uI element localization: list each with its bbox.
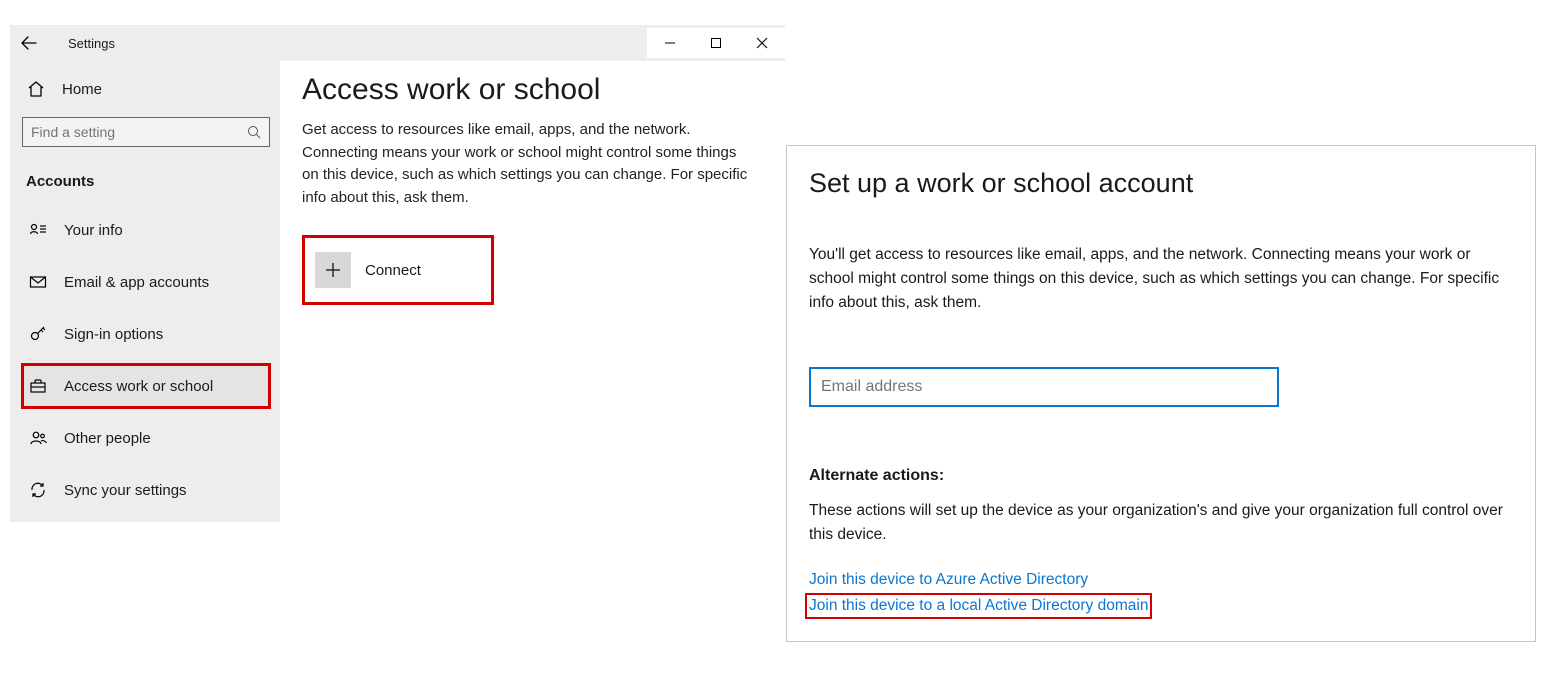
sidebar-item-sync-settings[interactable]: Sync your settings xyxy=(22,468,270,512)
link-join-azure-ad[interactable]: Join this device to Azure Active Directo… xyxy=(809,571,1088,589)
content-pane: Access work or school Get access to reso… xyxy=(280,61,785,522)
setup-dialog: Set up a work or school account You'll g… xyxy=(786,145,1536,642)
connect-label: Connect xyxy=(365,262,421,279)
settings-window: Settings Home Accoun xyxy=(10,25,785,522)
page-title: Access work or school xyxy=(302,73,757,107)
plus-icon xyxy=(315,252,351,288)
close-icon xyxy=(756,37,768,49)
window-title: Settings xyxy=(68,36,115,51)
minimize-button[interactable] xyxy=(647,28,693,58)
category-heading: Accounts xyxy=(22,169,270,200)
minimize-icon xyxy=(664,37,676,49)
dialog-description: You'll get access to resources like emai… xyxy=(809,243,1513,315)
mail-icon xyxy=(28,272,48,292)
briefcase-icon xyxy=(28,376,48,396)
page-description: Get access to resources like email, apps… xyxy=(302,119,757,209)
sidebar-item-other-people[interactable]: Other people xyxy=(22,416,270,460)
search-icon xyxy=(247,125,261,139)
sidebar-item-label: Access work or school xyxy=(64,378,213,395)
sidebar-item-label: Other people xyxy=(64,430,151,447)
dialog-title: Set up a work or school account xyxy=(809,168,1513,199)
alternate-actions-description: These actions will set up the device as … xyxy=(809,499,1513,547)
maximize-button[interactable] xyxy=(693,28,739,58)
email-field[interactable] xyxy=(809,367,1279,407)
alternate-actions-heading: Alternate actions: xyxy=(809,467,1513,485)
connect-button[interactable]: Connect xyxy=(302,235,494,305)
sidebar-item-email-accounts[interactable]: Email & app accounts xyxy=(22,260,270,304)
home-icon xyxy=(26,79,46,99)
sidebar-item-label: Sign-in options xyxy=(64,326,163,343)
home-nav[interactable]: Home xyxy=(22,73,270,109)
close-button[interactable] xyxy=(739,28,785,58)
maximize-icon xyxy=(710,37,722,49)
arrow-left-icon xyxy=(21,35,37,51)
sidebar-item-label: Email & app accounts xyxy=(64,274,209,291)
sidebar: Home Accounts Your info Email & app acco… xyxy=(10,61,280,522)
sidebar-item-label: Your info xyxy=(64,222,123,239)
titlebar: Settings xyxy=(10,25,785,61)
sidebar-item-access-work-school[interactable]: Access work or school xyxy=(22,364,270,408)
home-label: Home xyxy=(62,81,102,98)
sidebar-item-your-info[interactable]: Your info xyxy=(22,208,270,252)
people-icon xyxy=(28,428,48,448)
search-input[interactable] xyxy=(31,124,247,140)
link-join-local-ad[interactable]: Join this device to a local Active Direc… xyxy=(809,597,1148,615)
sidebar-item-label: Sync your settings xyxy=(64,482,187,499)
back-button[interactable] xyxy=(20,34,38,52)
key-icon xyxy=(28,324,48,344)
sidebar-item-signin-options[interactable]: Sign-in options xyxy=(22,312,270,356)
person-card-icon xyxy=(28,220,48,240)
sync-icon xyxy=(28,480,48,500)
search-input-wrap[interactable] xyxy=(22,117,270,147)
